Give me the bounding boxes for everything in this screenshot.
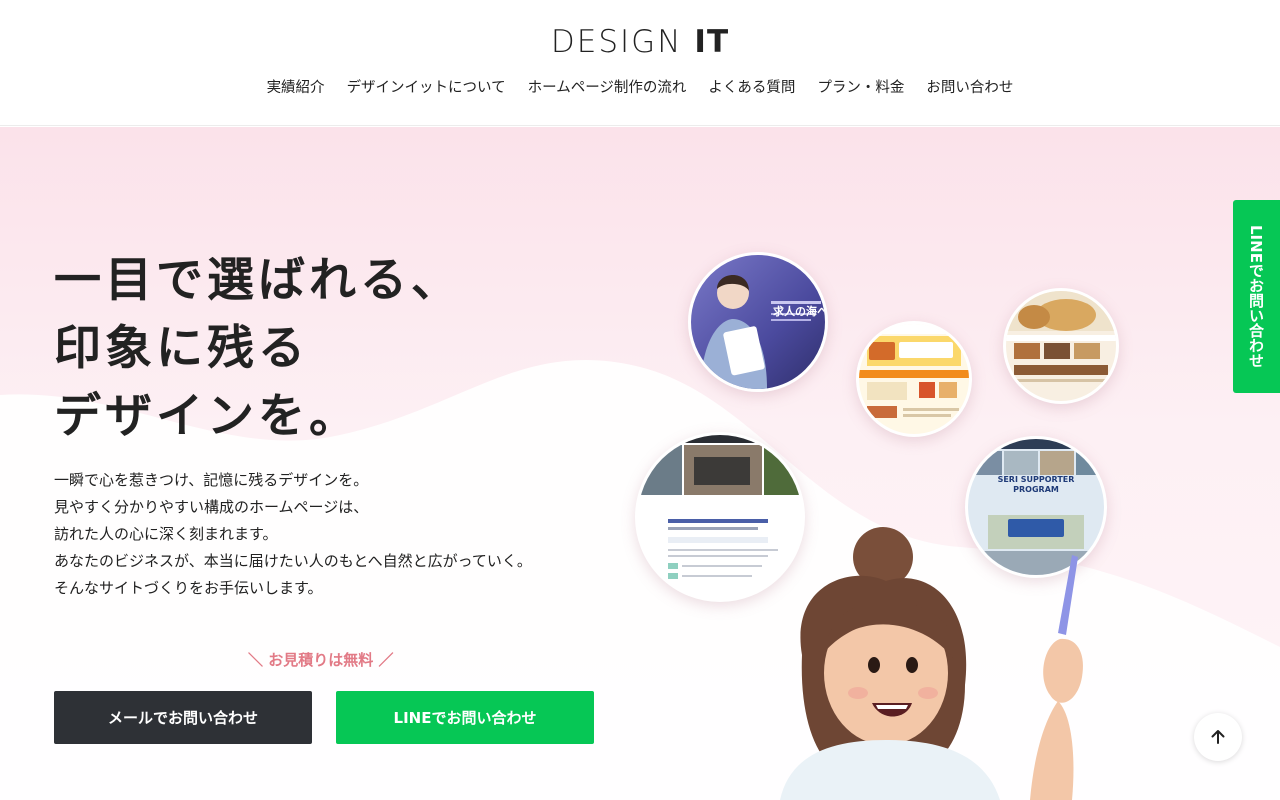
line-contact-button[interactable]: LINEでお問い合わせ [336, 691, 594, 744]
nav-item-plan[interactable]: プラン・料金 [817, 76, 904, 97]
lead-line: 見やすく分かりやすい構成のホームページは、 [54, 498, 369, 516]
nav-item-flow[interactable]: ホームページ制作の流れ [528, 76, 687, 97]
hero-section: 一目で選ばれる、 印象に残る デザインを。 一瞬で心を惹きつけ、記憶に残るデザイ… [0, 127, 1280, 800]
free-estimate-note: ＼ お見積りは無料 ／ [248, 651, 394, 669]
food-site-illustration [859, 324, 969, 418]
lead-line: 一瞬で心を惹きつけ、記憶に残るデザインを。 [54, 471, 369, 489]
nav-item-about[interactable]: デザインイットについて [347, 76, 506, 97]
recruit-photo-illustration [701, 275, 821, 389]
hero-lead-text: 一瞬で心を惹きつけ、記憶に残るデザインを。 見やすく分かりやすい構成のホームペー… [54, 467, 532, 602]
nav-item-works[interactable]: 実績紹介 [267, 76, 325, 97]
work-thumbnail-recruit: 求人の海へ [688, 252, 828, 392]
bakery-site-illustration [1006, 291, 1116, 382]
lead-line: そんなサイトづくりをお手伝いします。 [54, 579, 323, 597]
lead-line: あなたのビジネスが、本当に届けたい人のもとへ自然と広がっていく。 [54, 552, 532, 570]
mail-contact-button[interactable]: メールでお問い合わせ [54, 691, 312, 744]
side-line-contact-button[interactable]: LINEでお問い合わせ [1233, 200, 1280, 393]
headline-line-2: 印象に残る [54, 321, 309, 376]
recruit-title: 求人の海へ [773, 305, 828, 318]
nav-item-contact[interactable]: お問い合わせ [926, 76, 1013, 97]
site-header: DESIGN IT 実績紹介 デザインイットについて ホームページ制作の流れ よ… [0, 0, 1280, 126]
back-to-top-button[interactable] [1194, 713, 1242, 761]
global-nav: 実績紹介 デザインイットについて ホームページ制作の流れ よくある質問 プラン・… [0, 76, 1280, 97]
lead-line: 訪れた人の心に深く刻まれます。 [54, 525, 278, 543]
site-logo[interactable]: DESIGN IT [540, 24, 740, 60]
arrow-up-icon [1211, 730, 1225, 744]
hero-headline: 一目で選ばれる、 印象に残る デザインを。 [54, 247, 462, 451]
seri-title: SERI SUPPORTER PROGRAM [968, 475, 1104, 495]
headline-line-3: デザインを。 [54, 389, 360, 444]
logo-text-design: DESIGN [550, 24, 683, 60]
seri-title-line-2: PROGRAM [1013, 485, 1059, 494]
character-illustration [780, 527, 1084, 800]
work-thumbnail-bakery [1003, 288, 1119, 404]
seri-title-line-1: SERI SUPPORTER [997, 475, 1075, 484]
nav-item-faq[interactable]: よくある質問 [708, 76, 795, 97]
logo-text-it: IT [694, 24, 730, 60]
headline-line-1: 一目で選ばれる、 [54, 253, 462, 308]
work-thumbnail-food [856, 321, 972, 437]
